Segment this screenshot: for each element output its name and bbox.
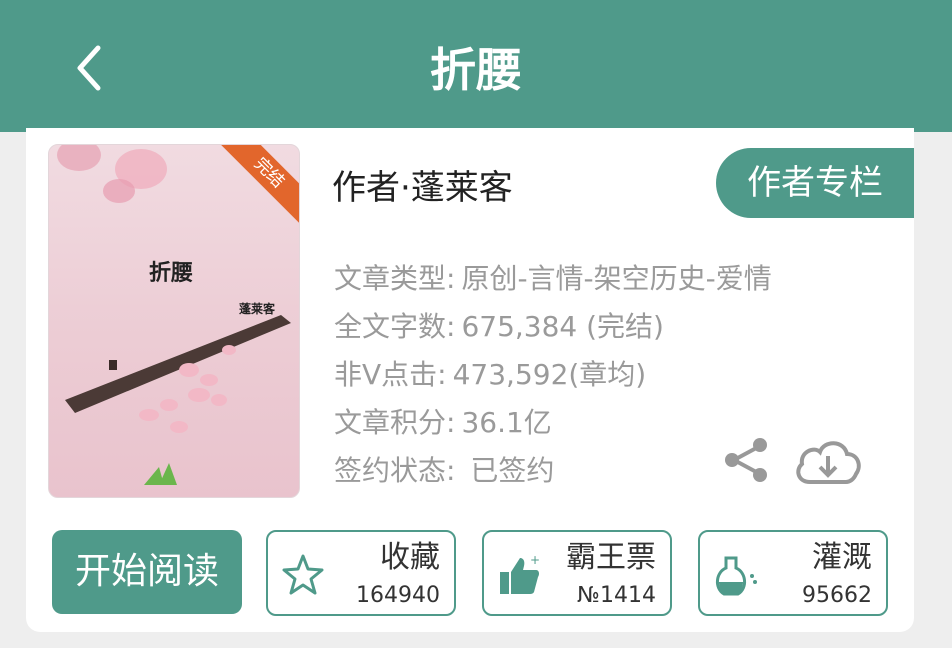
info-row-score: 文章积分: 36.1亿 <box>334 404 552 442</box>
vote-label: 霸王票 <box>566 540 656 575</box>
watering-flask-icon <box>716 556 757 596</box>
author-column-button[interactable]: 作者专栏 <box>716 148 914 218</box>
irrigate-button[interactable]: 灌溉 95662 <box>698 530 888 616</box>
info-row-clicks: 非V点击: 473,592(章均) <box>334 356 646 394</box>
cloud-download-icon <box>796 441 861 484</box>
favorite-button[interactable]: 收藏 164940 <box>266 530 456 616</box>
download-button[interactable] <box>792 436 864 488</box>
irrigate-count: 95662 <box>802 583 872 608</box>
info-label: 全文字数: <box>334 310 456 343</box>
info-label: 签约状态: <box>334 454 456 487</box>
cover-art <box>57 145 291 485</box>
favorite-label: 收藏 <box>380 540 440 575</box>
start-reading-button[interactable]: 开始阅读 <box>52 530 242 614</box>
top-bar: 折腰 <box>0 0 952 132</box>
star-icon <box>282 554 324 595</box>
info-value: 36.1亿 <box>461 406 552 439</box>
info-row-contract: 签约状态: 已签约 <box>334 452 554 490</box>
info-value: 473,592(章均) <box>452 358 647 391</box>
page-title: 折腰 <box>430 43 522 97</box>
info-value: 原创-言情-架空历史-爱情 <box>461 262 772 295</box>
info-row-wordcount: 全文字数: 675,384 (完结) <box>334 308 664 346</box>
cover-author: 蓬莱客 <box>239 302 276 316</box>
author-name[interactable]: 作者·蓬莱客 <box>332 166 513 210</box>
irrigate-label: 灌溉 <box>812 540 872 575</box>
info-value: 已签约 <box>461 454 555 487</box>
share-button[interactable] <box>722 436 772 484</box>
info-row-type: 文章类型: 原创-言情-架空历史-爱情 <box>334 260 772 298</box>
info-label: 非V点击: <box>334 358 447 391</box>
thumbs-up-icon: + <box>500 553 540 594</box>
book-cover[interactable]: 折腰 蓬莱客 完结 <box>48 144 300 498</box>
info-label: 文章类型: <box>334 262 456 295</box>
cover-title: 折腰 <box>149 261 194 286</box>
info-value: 675,384 (完结) <box>461 310 664 343</box>
vote-count: №1414 <box>577 583 656 608</box>
share-icon <box>725 438 767 482</box>
svg-text:+: + <box>530 553 540 567</box>
vote-button[interactable]: + 霸王票 №1414 <box>482 530 672 616</box>
info-label: 文章积分: <box>334 406 456 439</box>
favorite-count: 164940 <box>356 583 440 608</box>
